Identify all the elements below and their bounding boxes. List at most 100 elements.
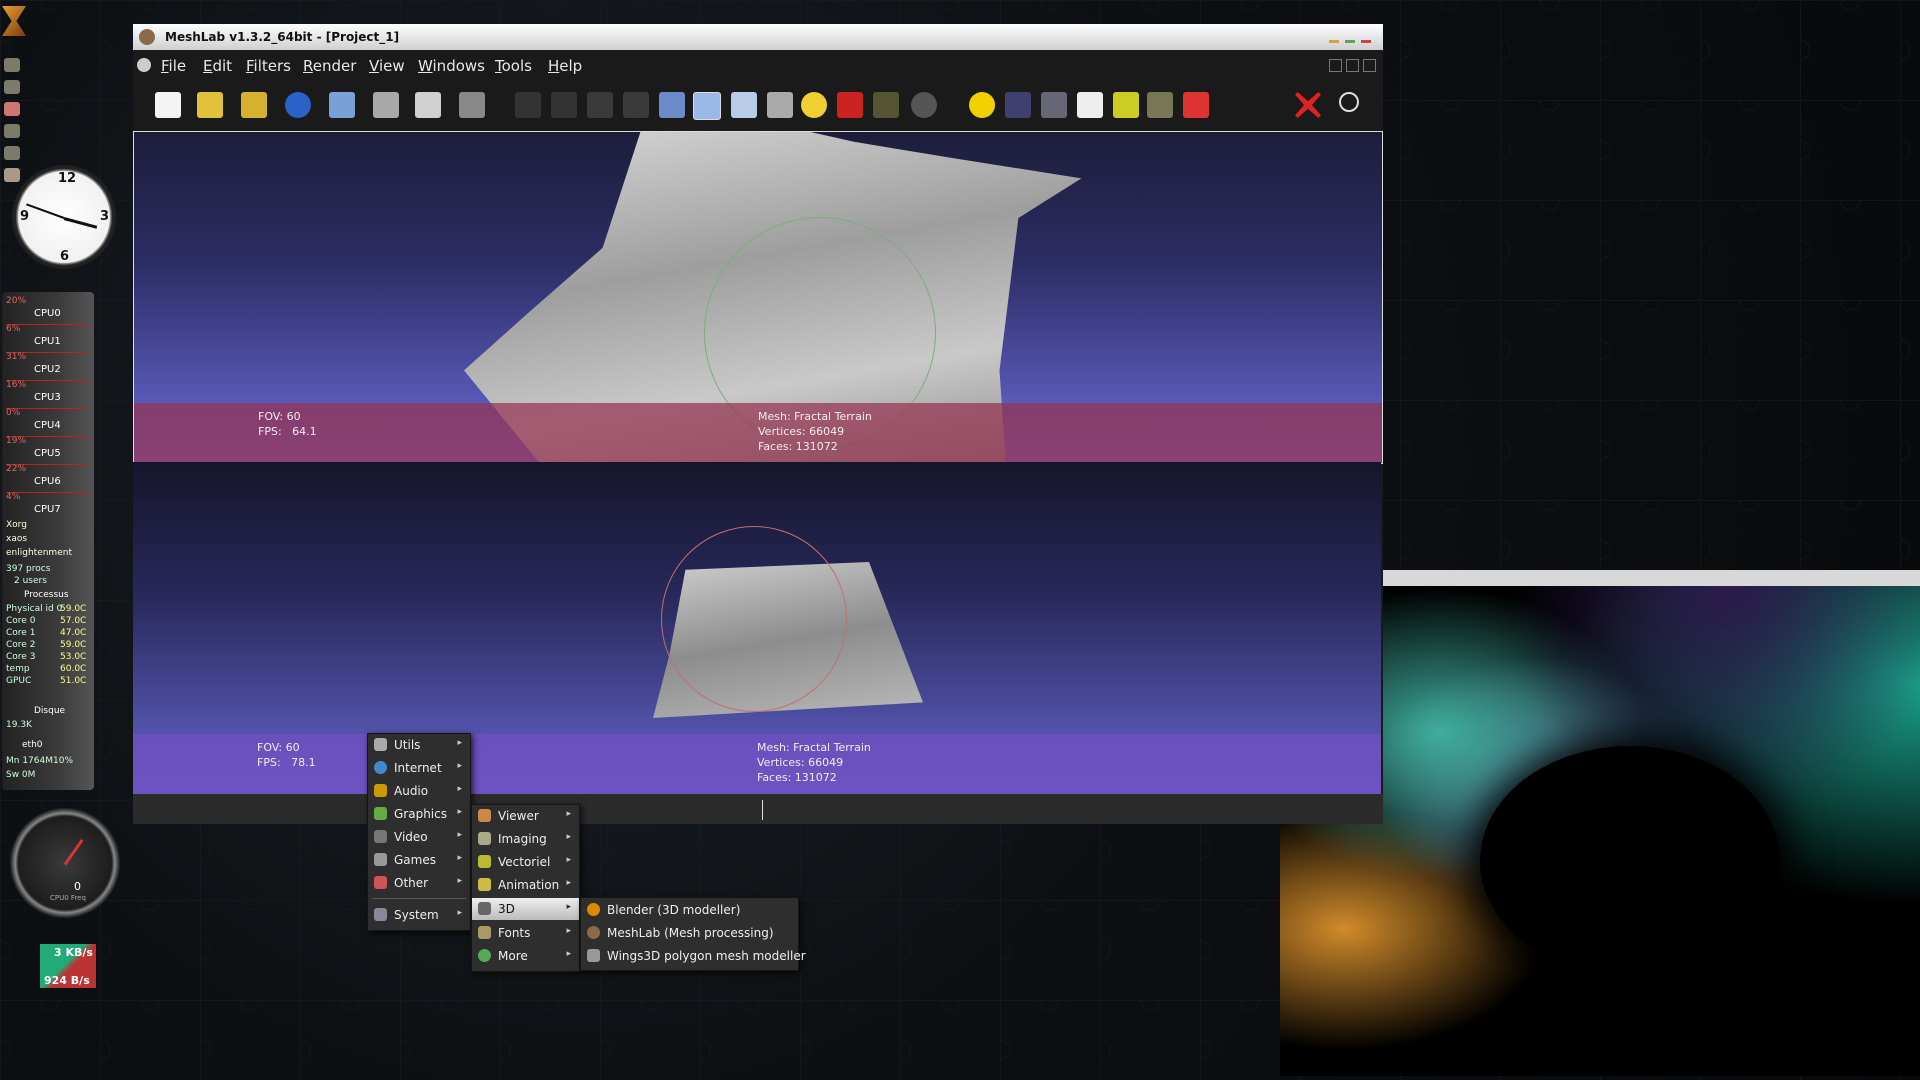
menu-bar: File Edit Filters Render View Windows To…	[133, 50, 1383, 80]
menu-item-label: Imaging	[498, 832, 547, 846]
launcher-app-icon[interactable]	[4, 102, 20, 116]
system-icon	[374, 908, 387, 921]
fractal-window-titlebar[interactable]	[1383, 570, 1920, 586]
launcher-app-icon[interactable]	[4, 168, 20, 182]
new-project-icon[interactable]	[155, 92, 181, 118]
enlightenment-logo-icon[interactable]	[2, 6, 26, 36]
launcher-app-icon[interactable]	[4, 124, 20, 138]
cpu-label: CPU1	[34, 336, 61, 347]
maximize-button[interactable]	[1345, 40, 1355, 43]
points-icon[interactable]	[551, 92, 577, 118]
smooth-shading-icon[interactable]	[731, 92, 757, 118]
menu-item-viewer[interactable]: Viewer ▸	[472, 805, 579, 827]
menu-tools[interactable]: Tools	[495, 57, 532, 75]
close-button[interactable]	[1361, 40, 1371, 43]
axis-icon[interactable]	[911, 92, 937, 118]
open-project-icon[interactable]	[197, 92, 223, 118]
mdi-minimize-button[interactable]	[1329, 59, 1342, 72]
meshlab-icon	[587, 926, 600, 939]
pickpoints-icon[interactable]	[1183, 92, 1209, 118]
flatlines-icon[interactable]	[659, 92, 685, 118]
menu-item-imaging[interactable]: Imaging ▸	[472, 828, 579, 850]
close-tool-icon[interactable]	[1295, 92, 1321, 118]
mdi-close-button[interactable]	[1363, 59, 1376, 72]
menu-item-wings3d[interactable]: Wings3D polygon mesh modeller	[581, 945, 806, 967]
viewport-top[interactable]: FOV: 60 FPS: 64.1 Mesh: Fractal Terrain …	[133, 131, 1383, 464]
bbox-icon[interactable]	[515, 92, 541, 118]
launcher-app-icon[interactable]	[4, 146, 20, 160]
reload-icon[interactable]	[285, 92, 311, 118]
search-icon[interactable]	[1339, 92, 1359, 112]
double-side-icon[interactable]	[873, 92, 899, 118]
gauge-needle	[63, 839, 84, 866]
layers-icon[interactable]	[415, 92, 441, 118]
hiddenlines-icon[interactable]	[623, 92, 649, 118]
backface-icon[interactable]	[837, 92, 863, 118]
menu-item-graphics[interactable]: Graphics ▸	[368, 803, 470, 825]
meshlab-window: MeshLab v1.3.2_64bit - [Project_1] File …	[133, 24, 1383, 824]
menu-file[interactable]: File	[161, 57, 186, 75]
launcher-app-icon[interactable]	[4, 58, 20, 72]
texture-icon[interactable]	[767, 92, 793, 118]
menu-item-blender[interactable]: Blender (3D modeller)	[581, 899, 798, 921]
menu-item-other[interactable]: Other ▸	[368, 872, 470, 894]
menu-item-label: Fonts	[498, 926, 531, 940]
menu-item-fonts[interactable]: Fonts ▸	[472, 922, 579, 944]
minimize-button[interactable]	[1329, 40, 1339, 43]
menu-item-audio[interactable]: Audio ▸	[368, 780, 470, 802]
launcher-app-icon[interactable]	[4, 80, 20, 94]
snapshot-icon[interactable]	[373, 92, 399, 118]
menu-help[interactable]: Help	[548, 57, 582, 75]
meshlab-app-icon[interactable]	[139, 29, 155, 45]
window-titlebar[interactable]: MeshLab v1.3.2_64bit - [Project_1]	[133, 24, 1383, 50]
flat-shading-icon[interactable]	[693, 92, 721, 120]
menu-render[interactable]: Render	[303, 57, 356, 75]
menu-item-utils[interactable]: Utils ▸	[368, 734, 470, 756]
menu-item-games[interactable]: Games ▸	[368, 849, 470, 871]
export-mesh-icon[interactable]	[329, 92, 355, 118]
light-icon[interactable]	[801, 92, 827, 118]
submenu-arrow-icon: ▸	[566, 926, 571, 936]
gear-icon[interactable]	[1041, 92, 1067, 118]
sensor-value: 60.0C	[60, 664, 87, 674]
menu-item-more[interactable]: More ▸	[472, 945, 579, 967]
menu-item-system[interactable]: System ▸	[368, 904, 470, 926]
mdi-restore-button[interactable]	[1346, 59, 1359, 72]
annotation-icon[interactable]	[969, 92, 995, 118]
import-mesh-icon[interactable]	[241, 92, 267, 118]
measure-icon[interactable]	[1077, 92, 1103, 118]
menu-item-meshlab[interactable]: MeshLab (Mesh processing)	[581, 922, 798, 944]
viewport-bottom[interactable]: FOV: 60 FPS: 78.1 Mesh: Fractal Terrain …	[133, 462, 1381, 794]
menu-item-vectoriel[interactable]: Vectoriel ▸	[472, 851, 579, 873]
menu-item-internet[interactable]: Internet ▸	[368, 757, 470, 779]
vector-icon	[478, 855, 491, 868]
paint-icon[interactable]	[1113, 92, 1139, 118]
menu-filters[interactable]: Filters	[246, 57, 291, 75]
menu-item-animation[interactable]: Animation ▸	[472, 874, 579, 896]
meshlab-menu-icon[interactable]	[137, 58, 151, 72]
system-monitor-gadget: 20% CPU0 6% CPU1 31% CPU2 16% CPU3 0% CP…	[2, 292, 94, 790]
sensor-value: 47.0C	[60, 628, 87, 638]
menu-item-label: Wings3D polygon mesh modeller	[607, 949, 806, 963]
menu-windows[interactable]: Windows	[418, 57, 485, 75]
video-icon	[374, 830, 387, 843]
raster-icon[interactable]	[459, 92, 485, 118]
analog-clock: 12 3 6 9	[12, 165, 116, 269]
graphics-submenu: Viewer ▸ Imaging ▸ Vectoriel ▸ Animation ▸ 3…	[471, 804, 580, 972]
wireframe-icon[interactable]	[587, 92, 613, 118]
menu-item-video[interactable]: Video ▸	[368, 826, 470, 848]
menu-view[interactable]: View	[369, 57, 405, 75]
gauge-value: 0	[74, 880, 81, 893]
text-cursor	[762, 800, 763, 820]
submenu-arrow-icon: ▸	[566, 832, 571, 842]
brush-icon[interactable]	[1147, 92, 1173, 118]
menu-item-3d[interactable]: 3D ▸	[472, 898, 579, 920]
cpu-label: CPU6	[34, 476, 61, 487]
fps-label: FPS: 64.1	[258, 425, 317, 438]
fps-label: FPS: 78.1	[257, 756, 316, 769]
launcher[interactable]	[0, 0, 30, 190]
submenu-arrow-icon: ▸	[457, 908, 462, 918]
menu-edit[interactable]: Edit	[203, 57, 232, 75]
cpu-percent: 31%	[6, 352, 27, 362]
align-icon[interactable]	[1005, 92, 1031, 118]
